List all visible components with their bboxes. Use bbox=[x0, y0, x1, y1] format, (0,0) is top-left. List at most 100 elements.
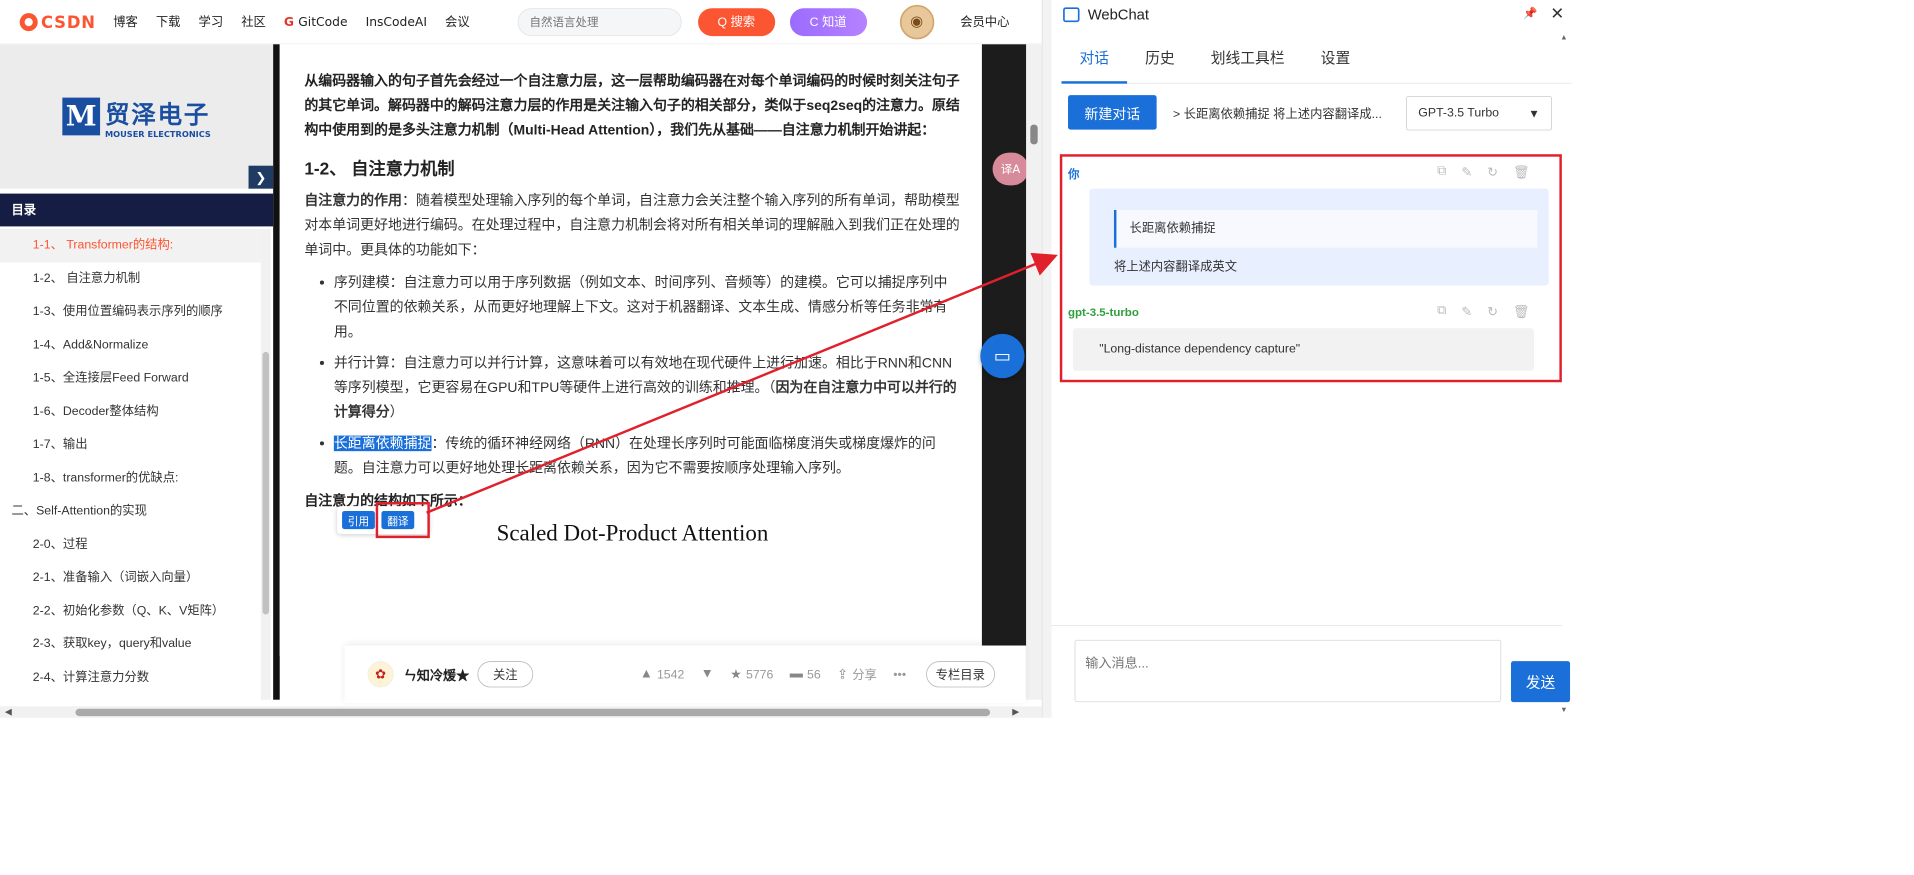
more-button[interactable]: ••• bbox=[893, 667, 906, 681]
refresh-icon[interactable]: ↻ bbox=[1487, 304, 1498, 320]
nav-gitcode[interactable]: GitCode bbox=[284, 14, 347, 29]
tab-settings[interactable]: 设置 bbox=[1303, 38, 1369, 84]
left-sidebar: M 贸泽电子 MOUSER ELECTRONICS ❯ 目录 1-1、 Tran… bbox=[0, 44, 274, 700]
conversation-breadcrumb: > 长距离依赖捕捉 将上述内容翻译成... bbox=[1173, 107, 1382, 122]
selected-text[interactable]: 长距离依赖捕捉 bbox=[333, 435, 432, 452]
author-avatar[interactable]: ✿ bbox=[367, 661, 394, 688]
toc-item[interactable]: 2-3、获取key，query和value bbox=[0, 628, 262, 661]
model-select[interactable]: GPT-3.5 Turbo ▼ bbox=[1405, 95, 1553, 131]
role-paragraph: 自注意力的作用：随着模型处理输入序列的每个单词，自注意力会关注整个输入序列的所有… bbox=[304, 189, 960, 263]
chat-bubble-icon[interactable]: ▭ bbox=[980, 333, 1025, 379]
toc-item[interactable]: 1-6、Decoder整体结构 bbox=[0, 395, 262, 428]
scroll-down-icon: ▼ bbox=[1560, 705, 1568, 714]
toc-item[interactable]: 1-2、 自注意力机制 bbox=[0, 262, 262, 295]
toc-item[interactable]: 1-8、transformer的优缺点: bbox=[0, 461, 262, 494]
user-message-text: 将上述内容翻译成英文 bbox=[1113, 260, 1238, 274]
toc-scrollbar[interactable] bbox=[260, 228, 271, 700]
search-input[interactable] bbox=[517, 7, 682, 36]
toc-item[interactable]: 1-4、Add&Normalize bbox=[0, 329, 262, 362]
toc-item[interactable]: 1-3、使用位置编码表示序列的顺序 bbox=[0, 295, 262, 328]
user-message-actions: ⧉ ✎ ↻ 🗑 bbox=[1437, 164, 1529, 180]
nav-blog[interactable]: 博客 bbox=[113, 13, 138, 30]
webchat-scrollbar[interactable]: ▲ ▼ bbox=[1560, 33, 1568, 718]
toc-item[interactable]: 1-7、输出 bbox=[0, 428, 262, 461]
highlight-box bbox=[375, 502, 430, 539]
toc-item[interactable]: 2-2、初始化参数（Q、K、V矩阵） bbox=[0, 594, 262, 627]
tab-toolbar[interactable]: 划线工具栏 bbox=[1193, 38, 1303, 84]
role-label: 自注意力的作用 bbox=[304, 192, 402, 209]
nav-inscodeai[interactable]: InsCodeAI bbox=[366, 14, 427, 29]
trash-icon[interactable]: 🗑 bbox=[1513, 164, 1530, 180]
dislike-button[interactable]: ▼ bbox=[701, 667, 714, 682]
thumb-up-icon: ▲ bbox=[639, 666, 653, 681]
section-heading: 1-2、 自注意力机制 bbox=[304, 159, 455, 179]
new-chat-button[interactable]: 新建对话 bbox=[1068, 95, 1157, 130]
star-icon: ★ bbox=[730, 667, 742, 682]
intro-paragraph: 从编码器输入的句子首先会经过一个自注意力层，这一层帮助编码器在对每个单词编码的时… bbox=[304, 73, 960, 138]
webchat-header: WebChat 📌 ✕ bbox=[1060, 0, 1569, 30]
pin-icon[interactable]: 📌 bbox=[1523, 7, 1537, 21]
nav-meeting[interactable]: 会议 bbox=[445, 13, 470, 30]
share-button[interactable]: ⇪ 分享 bbox=[837, 666, 877, 683]
comment-button[interactable]: ▬ 56 bbox=[790, 667, 821, 682]
list-item: 长距离依赖捕捉：传统的循环神经网络（RNN）在处理长序列时可能面临梯度消失或梯度… bbox=[333, 431, 961, 480]
chat-icon bbox=[1063, 7, 1080, 23]
assistant-message-actions: ⧉ ✎ ↻ 🗑 bbox=[1437, 304, 1529, 320]
follow-button[interactable]: 关注 bbox=[477, 661, 534, 688]
toc-title: 目录 bbox=[0, 193, 274, 227]
toc-item[interactable]: 2-1、准备输入（词嵌入向量） bbox=[0, 561, 262, 594]
tab-history[interactable]: 历史 bbox=[1127, 38, 1193, 84]
share-icon: ⇪ bbox=[837, 667, 849, 682]
toc-item[interactable]: 2-4、计算注意力分数 bbox=[0, 661, 262, 694]
assistant-role-label: gpt-3.5-turbo bbox=[1068, 305, 1139, 319]
quote-button[interactable]: 引用 bbox=[342, 511, 375, 530]
webchat-tabs: 对话 历史 划线工具栏 设置 bbox=[1061, 38, 1572, 84]
mouser-logo: M 贸泽电子 MOUSER ELECTRONICS bbox=[62, 94, 211, 139]
copy-icon[interactable]: ⧉ bbox=[1437, 164, 1446, 180]
column-toc-button[interactable]: 专栏目录 bbox=[925, 661, 995, 688]
toc-list: 1-1、 Transformer的结构: 1-2、 自注意力机制 1-3、使用位置编… bbox=[0, 228, 263, 700]
sidebar-ad[interactable]: M 贸泽电子 MOUSER ELECTRONICS ❯ bbox=[0, 44, 274, 189]
scroll-left-icon: ◀ bbox=[4, 706, 12, 717]
edit-icon[interactable]: ✎ bbox=[1461, 304, 1472, 320]
ad-brand-cn: 贸泽电子 bbox=[104, 100, 210, 130]
refresh-icon[interactable]: ↻ bbox=[1487, 164, 1498, 180]
user-message: 长距离依赖捕捉 将上述内容翻译成英文 bbox=[1089, 188, 1549, 286]
toc-item[interactable]: 二、Self-Attention的实现 bbox=[0, 495, 262, 528]
expand-arrow-icon[interactable]: ❯ bbox=[248, 165, 274, 189]
translate-fab-icon[interactable]: 译A bbox=[992, 152, 1029, 186]
nav-community[interactable]: 社区 bbox=[241, 13, 266, 30]
thumb-down-icon: ▼ bbox=[700, 666, 714, 681]
toc-item[interactable]: 1-1、 Transformer的结构: bbox=[0, 228, 263, 263]
top-nav: 博客 下载 学习 社区 GitCode InsCodeAI 会议 bbox=[113, 13, 488, 30]
csdn-logo-icon bbox=[19, 12, 38, 31]
like-button[interactable]: ▲ 1542 bbox=[640, 667, 684, 682]
article-toolbar: ✿ ㄣ知冷煖★ 关注 ▲ 1542 ▼ ★ 5776 ▬ 56 ⇪ 分享 ••• 专栏目… bbox=[344, 645, 1026, 703]
trash-icon[interactable]: 🗑 bbox=[1513, 304, 1530, 320]
user-role-label: 你 bbox=[1068, 167, 1080, 181]
copy-icon[interactable]: ⧉ bbox=[1437, 304, 1446, 320]
author-name[interactable]: ㄣ知冷煖★ bbox=[404, 664, 470, 684]
member-center-link[interactable]: 会员中心 bbox=[960, 13, 1009, 30]
webchat-panel: WebChat 📌 ✕ 对话 历史 划线工具栏 设置 新建对话 > 长距离依赖捕… bbox=[1051, 0, 1572, 718]
message-input[interactable] bbox=[1074, 639, 1502, 703]
csdn-logo[interactable]: CSDN bbox=[19, 11, 102, 32]
comment-icon: ▬ bbox=[789, 666, 803, 681]
user-avatar[interactable]: ◉ bbox=[899, 4, 934, 39]
close-icon[interactable]: ✕ bbox=[1550, 3, 1564, 24]
nav-download[interactable]: 下载 bbox=[156, 13, 181, 30]
user-quote: 长距离依赖捕捉 bbox=[1113, 209, 1538, 248]
edit-icon[interactable]: ✎ bbox=[1461, 164, 1472, 180]
logo-text: CSDN bbox=[41, 11, 96, 32]
list-item: 并行计算：自注意力可以并行计算，这意味着可以有效地在现代硬件上进行加速。相比于R… bbox=[334, 351, 961, 425]
tab-chat[interactable]: 对话 bbox=[1061, 38, 1128, 84]
scroll-right-icon: ▶ bbox=[1012, 706, 1020, 717]
search-button[interactable]: Q 搜索 bbox=[697, 7, 775, 36]
nav-learn[interactable]: 学习 bbox=[199, 13, 224, 30]
horizontal-scrollbar[interactable]: ◀ ▶ bbox=[0, 706, 1042, 718]
toc-item[interactable]: 1-5、全连接层Feed Forward bbox=[0, 362, 262, 395]
page-scrollbar[interactable] bbox=[1026, 44, 1042, 700]
favorite-button[interactable]: ★ 5776 bbox=[730, 666, 773, 682]
know-button[interactable]: C 知道 bbox=[789, 7, 867, 36]
toc-item[interactable]: 2-0、过程 bbox=[0, 528, 262, 561]
